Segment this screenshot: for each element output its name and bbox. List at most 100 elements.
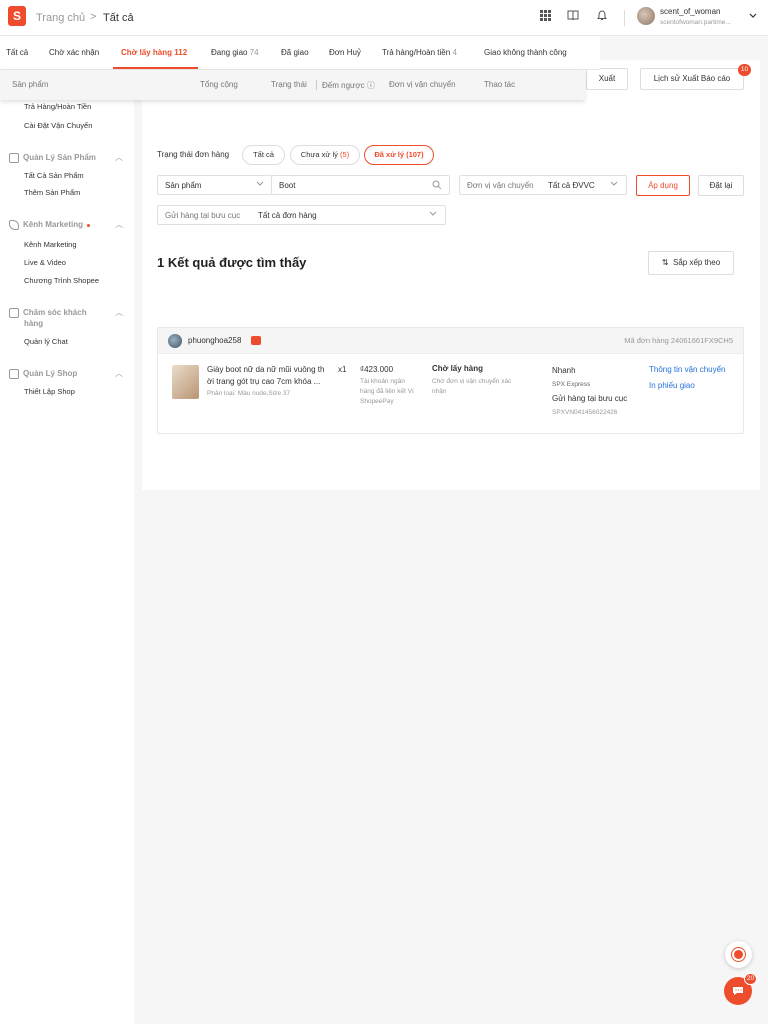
- chat-icon[interactable]: [251, 336, 261, 345]
- chevron-up-icon[interactable]: ︿: [115, 368, 123, 379]
- sort-icon: ⇅: [661, 258, 669, 267]
- tab-cancelled[interactable]: Đơn Huỷ: [329, 48, 361, 57]
- sidebar-item-shopee-programs[interactable]: Chương Trình Shopee: [24, 276, 99, 285]
- reset-button[interactable]: Đặt lại: [698, 175, 744, 196]
- sidebar-item-chat[interactable]: Quản lý Chat: [24, 337, 68, 346]
- chevron-up-icon[interactable]: ︿: [115, 307, 123, 318]
- col-countdown: Đếm ngược ⓘ: [322, 81, 375, 90]
- tab-returns[interactable]: Trả hàng/Hoàn tiền 4: [382, 48, 457, 57]
- top-bar: S Trang chủ > Tất cả scent_of_woman scen…: [0, 0, 768, 36]
- book-icon[interactable]: [566, 10, 580, 24]
- tab-all[interactable]: Tất cả: [6, 48, 28, 57]
- buyer-avatar[interactable]: [168, 334, 182, 348]
- table-header: Sản phẩm Tổng cộng Trạng thái Đếm ngược …: [0, 70, 585, 100]
- apps-grid-icon[interactable]: [538, 10, 552, 24]
- product-quantity: x1: [338, 365, 347, 374]
- col-actions: Thao tác: [484, 80, 516, 89]
- breadcrumb-separator: >: [90, 11, 97, 23]
- chevron-down-icon: [429, 210, 437, 219]
- sidebar-group-products[interactable]: Quản Lý Sản Phẩm: [9, 153, 96, 163]
- order-status-tabs: Tất cả Chờ xác nhận Chờ lấy hàng 112 Đan…: [0, 36, 600, 70]
- sidebar-group-marketing[interactable]: Kênh Marketing: [9, 220, 91, 230]
- dropoff-select[interactable]: Gửi hàng tại bưu cục Tất cả đơn hàng: [157, 205, 446, 225]
- payment-method-line2: hàng đã liên kết Ví: [360, 388, 414, 395]
- sort-button[interactable]: ⇅ Sắp xếp theo: [648, 251, 734, 275]
- breadcrumb-home[interactable]: Trang chủ: [36, 12, 85, 24]
- shopee-logo[interactable]: S: [8, 6, 26, 26]
- help-icon[interactable]: ⓘ: [367, 81, 375, 90]
- sidebar-group-shop[interactable]: Quản Lý Shop: [9, 369, 77, 379]
- pill-all[interactable]: Tất cả: [242, 145, 285, 165]
- shop-icon: [9, 369, 19, 379]
- export-count-badge: 10: [738, 64, 751, 76]
- pill-pending[interactable]: Chưa xử lý (5): [290, 145, 360, 165]
- tab-delivered[interactable]: Đã giao: [281, 48, 309, 57]
- tab-shipping[interactable]: Đang giao 74: [211, 48, 259, 57]
- user-name[interactable]: scent_of_woman: [660, 7, 720, 16]
- chevron-down-icon[interactable]: [749, 11, 757, 21]
- float-assistant-button[interactable]: [725, 941, 752, 968]
- order-price: ₫423.000: [360, 365, 394, 374]
- payment-method-line3: ShopeePay: [360, 398, 394, 405]
- sidebar-item-returns[interactable]: Trả Hàng/Hoàn Tiền: [24, 102, 91, 111]
- col-total: Tổng cộng: [200, 80, 238, 89]
- user-avatar[interactable]: [637, 7, 655, 25]
- apply-button[interactable]: Áp dụng: [636, 175, 690, 196]
- pill-processed[interactable]: Đã xử lý (107): [364, 145, 434, 165]
- tracking-number: SPXVN041456022426: [552, 409, 618, 416]
- sidebar-item-shop-settings[interactable]: Thiết Lập Shop: [24, 387, 75, 396]
- product-thumbnail[interactable]: [172, 365, 199, 399]
- chat-bubble-icon: [9, 308, 19, 318]
- ship-speed: Nhanh: [552, 366, 576, 375]
- order-id: Mã đơn hàng 24061661FX9CH5: [624, 336, 733, 345]
- assistant-icon: [732, 948, 745, 961]
- tab-failed-delivery[interactable]: Giao không thành công: [484, 48, 567, 57]
- chevron-up-icon[interactable]: ︿: [115, 219, 123, 230]
- shipping-info-link[interactable]: Thông tin vận chuyển: [649, 365, 726, 374]
- sidebar: Trả Hàng/Hoàn Tiền Cài Đặt Vận Chuyển Qu…: [0, 36, 134, 1024]
- sidebar-item-shipping-settings[interactable]: Cài Đặt Vận Chuyển: [24, 121, 92, 130]
- ship-carrier: SPX Express: [552, 381, 591, 388]
- col-status: Trạng thái: [271, 80, 307, 89]
- order-card: phuonghoa258 Mã đơn hàng 24061661FX9CH5 …: [157, 327, 744, 434]
- sidebar-item-add-product[interactable]: Thêm Sản Phẩm: [24, 188, 80, 197]
- order-status-desc-line2: nhận: [432, 388, 447, 395]
- bell-icon[interactable]: [595, 10, 609, 24]
- search-input[interactable]: Boot: [271, 175, 450, 195]
- sidebar-item-all-products[interactable]: Tất Cả Sản Phẩm: [24, 171, 84, 180]
- ship-method: Gửi hàng tại bưu cục: [552, 394, 628, 403]
- chat-count-badge: 20: [744, 973, 757, 985]
- tab-to-confirm[interactable]: Chờ xác nhận: [49, 48, 99, 57]
- payment-method-line1: Tài khoản ngân: [360, 378, 405, 385]
- results-title: 1 Kết quả được tìm thấy: [157, 255, 307, 270]
- chevron-down-icon: [256, 180, 264, 189]
- chevron-down-icon: [610, 180, 618, 189]
- export-history-button[interactable]: Lịch sử Xuất Báo cáo: [640, 68, 744, 90]
- buyer-name[interactable]: phuonghoa258: [188, 336, 241, 345]
- product-variant: Phân loại: Màu nude,Size 37: [207, 390, 291, 397]
- chevron-up-icon[interactable]: ︿: [115, 152, 123, 163]
- export-button[interactable]: Xuất: [586, 68, 628, 90]
- status-filter-label: Trạng thái đơn hàng: [157, 150, 230, 159]
- print-waybill-link[interactable]: In phiếu giao: [649, 381, 695, 390]
- order-status: Chờ lấy hàng: [432, 364, 484, 373]
- carrier-select[interactable]: Đơn vị vận chuyển Tất cả ĐVVC: [459, 175, 627, 195]
- col-product: Sản phẩm: [12, 80, 49, 89]
- new-dot: [87, 223, 91, 227]
- col-divider: [316, 80, 317, 90]
- order-status-desc-line1: Chờ đơn vị vận chuyển xác: [432, 378, 512, 385]
- header-divider: [624, 10, 625, 26]
- active-tab-indicator: [113, 67, 198, 69]
- sidebar-item-marketing[interactable]: Kênh Marketing: [24, 240, 77, 249]
- product-name-line1[interactable]: Giày boot nữ da nữ mũi vuông th: [207, 365, 324, 374]
- search-icon[interactable]: [432, 180, 442, 192]
- sidebar-group-customer-care[interactable]: Chăm sóc khách: [9, 308, 87, 318]
- order-header: phuonghoa258 Mã đơn hàng 24061661FX9CH5: [158, 328, 743, 354]
- search-field-select[interactable]: Sản phẩm: [157, 175, 272, 195]
- sidebar-item-live-video[interactable]: Live & Video: [24, 258, 66, 267]
- user-subtitle: scentofwoman:partime...: [660, 19, 731, 26]
- tab-to-pickup[interactable]: Chờ lấy hàng 112: [121, 48, 187, 57]
- product-name-line2[interactable]: ời trang gót trụ cao 7cm khóa ...: [207, 377, 320, 386]
- col-carrier: Đơn vị vận chuyển: [389, 80, 456, 89]
- tag-icon: [9, 220, 19, 230]
